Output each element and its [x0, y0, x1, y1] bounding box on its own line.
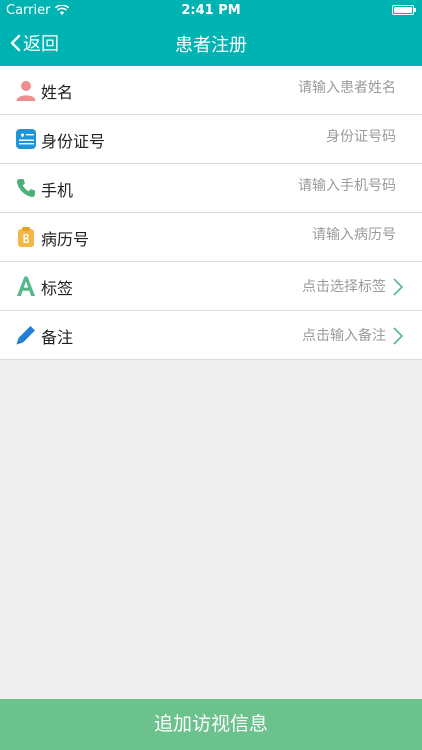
person-icon — [16, 81, 36, 101]
note-label: 备注 — [41, 328, 74, 347]
medical-record-label: 病历号 — [41, 230, 90, 249]
name-label: 姓名 — [41, 83, 74, 102]
page-title: 患者注册 — [175, 35, 247, 56]
pencil-icon — [16, 326, 35, 345]
registration-form: 姓名 身份证号 手机 病历号 标签 点击选择 — [0, 66, 422, 360]
note-input-value: 点击输入备注 — [302, 328, 386, 344]
medical-record-input[interactable] — [176, 227, 396, 243]
phone-input[interactable] — [176, 178, 396, 194]
tag-letter-icon — [17, 276, 35, 296]
status-time: 2:41 PM — [181, 3, 241, 18]
chevron-right-icon — [393, 327, 404, 345]
note-row[interactable]: 备注 点击输入备注 — [0, 311, 422, 359]
chevron-right-icon — [393, 278, 404, 296]
id-card-icon — [16, 129, 36, 149]
medical-record-row: 病历号 — [0, 213, 422, 262]
name-row: 姓名 — [0, 66, 422, 115]
phone-row: 手机 — [0, 164, 422, 213]
tag-label: 标签 — [41, 279, 74, 298]
tag-select-value: 点击选择标签 — [302, 279, 386, 295]
name-input[interactable] — [176, 80, 396, 96]
header-bar: Carrier 2:41 PM 返回 患者注册 — [0, 0, 422, 66]
medical-record-icon — [18, 227, 34, 247]
id-number-input[interactable] — [176, 129, 396, 145]
id-number-label: 身份证号 — [41, 132, 106, 151]
battery-icon — [392, 5, 416, 15]
phone-label: 手机 — [41, 181, 74, 200]
id-number-row: 身份证号 — [0, 115, 422, 164]
status-bar: Carrier 2:41 PM — [0, 0, 422, 22]
phone-icon — [16, 179, 35, 198]
tag-row[interactable]: 标签 点击选择标签 — [0, 262, 422, 311]
add-visit-info-button[interactable]: 追加访视信息 — [0, 699, 422, 750]
